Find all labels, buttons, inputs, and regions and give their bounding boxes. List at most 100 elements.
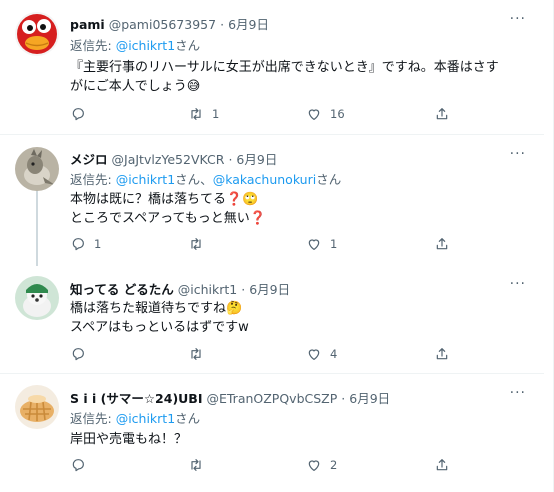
reply-icon <box>72 238 84 251</box>
reply-button[interactable] <box>70 457 94 473</box>
author-name[interactable]: メジロ <box>70 149 108 168</box>
tweet-actions: 1 1 <box>70 236 470 256</box>
author-name[interactable]: 知ってる どるたん <box>70 279 174 298</box>
share-icon <box>436 348 448 360</box>
like-count: 2 <box>330 458 338 472</box>
tweet-text: 『主要行事のリハーサルに女王が出席できないとき』ですね。本番はさす がにご本人で… <box>70 58 530 96</box>
author-handle[interactable]: @JaJtvlzYe52VKCR <box>112 152 225 167</box>
more-icon[interactable]: ··· <box>510 146 526 162</box>
author-handle[interactable]: @ETranOZPQvbCSZP <box>206 391 337 406</box>
retweet-count: 1 <box>212 107 220 121</box>
mention-link[interactable]: @ichikrt1 <box>116 38 175 53</box>
tweet-text-line: 本物は既に？橋は落ちてる❓🙄 <box>70 192 259 207</box>
mention-link[interactable]: @ichikrt1 <box>116 172 175 187</box>
avatar[interactable] <box>15 147 59 191</box>
dog-avatar-image <box>15 276 59 320</box>
tweet-text-line: 『主要行事のリハーサルに女王が出席できないとき』ですね。本番はさす <box>70 60 499 75</box>
avatar[interactable] <box>15 12 59 56</box>
like-count: 1 <box>330 237 338 251</box>
replying-to-label: 返信先: <box>70 172 116 187</box>
tweet-text-line: がにご本人でしょう😅 <box>70 79 201 94</box>
separator-dot: · <box>241 282 246 297</box>
tweet-sii[interactable]: S i i (サマー☆24)UBI @ETranOZPQvbCSZP · 6月9… <box>0 374 544 492</box>
tweet-actions: 2 <box>70 457 470 477</box>
like-count: 16 <box>330 107 345 121</box>
reply-icon <box>72 108 84 121</box>
tweet-pami[interactable]: pami @pami05673957 · 6月9日 ··· 返信先: @ichi… <box>0 0 544 134</box>
replying-to: 返信先: @ichikrt1さん、@kakachunokuriさん <box>70 169 341 188</box>
mention-link[interactable]: @kakachunokuri <box>213 172 317 187</box>
heart-icon <box>308 109 320 120</box>
avatar[interactable] <box>15 385 59 429</box>
separator-dot: · <box>341 391 346 406</box>
heart-icon <box>308 460 320 471</box>
reply-icon <box>72 459 84 472</box>
reply-button[interactable] <box>70 346 94 362</box>
share-icon <box>436 238 448 250</box>
heart-icon <box>308 349 320 360</box>
more-icon[interactable]: ··· <box>510 11 526 27</box>
reply-button[interactable]: 1 <box>70 236 101 252</box>
tweet-dorutan[interactable]: 知ってる どるたん @ichikrt1 · 6月9日 ··· 橋は落ちた報道待ち… <box>0 265 544 371</box>
like-button[interactable]: 16 <box>306 106 345 122</box>
retweet-icon <box>191 108 201 120</box>
replying-to: 返信先: @ichikrt1さん <box>70 408 200 427</box>
retweet-icon <box>191 238 201 250</box>
like-button[interactable]: 2 <box>306 457 337 473</box>
reply-icon <box>72 348 84 361</box>
tweet-text: 橋は落ちた報道待ちですね🤔 スペアはもっといるはずですw <box>70 299 530 337</box>
tweet-date[interactable]: 6月9日 <box>228 14 269 33</box>
tweet-actions: 4 <box>70 346 470 366</box>
tweet-date[interactable]: 6月9日 <box>349 388 390 407</box>
tweet-mejiro[interactable]: メジロ @JaJtvlzYe52VKCR · 6月9日 ··· 返信先: @ic… <box>0 135 544 263</box>
retweet-button[interactable] <box>188 346 212 362</box>
replying-to: 返信先: @ichikrt1さん <box>70 35 200 54</box>
replying-to-suffix: さん <box>175 38 201 53</box>
replying-to-suffix: さん <box>316 172 342 187</box>
tweet-text-line: 橋は落ちた報道待ちですね🤔 <box>70 301 243 316</box>
reply-button[interactable] <box>70 106 94 122</box>
retweet-button[interactable] <box>188 236 212 252</box>
separator-dot: · <box>228 152 233 167</box>
like-count: 4 <box>330 347 338 361</box>
reply-timeline: pami @pami05673957 · 6月9日 ··· 返信先: @ichi… <box>0 0 554 492</box>
retweet-icon <box>191 459 201 471</box>
replying-to-label: 返信先: <box>70 38 116 53</box>
retweet-button[interactable] <box>188 457 212 473</box>
tweet-text-line: ところでスペアってもっと無い❓ <box>70 211 266 226</box>
bird-avatar-image <box>15 147 59 191</box>
retweet-button[interactable]: 1 <box>188 106 219 122</box>
replying-to-joiner: さん、 <box>175 172 213 187</box>
share-icon <box>436 108 448 120</box>
bread-avatar-image <box>15 385 59 429</box>
more-icon[interactable]: ··· <box>510 385 526 401</box>
replying-to-suffix: さん <box>175 411 201 426</box>
author-handle[interactable]: @pami05673957 <box>109 17 216 32</box>
author-name[interactable]: S i i (サマー☆24)UBI <box>70 388 202 407</box>
heart-icon <box>308 239 320 250</box>
tweet-date[interactable]: 6月9日 <box>249 279 290 298</box>
share-icon <box>436 459 448 471</box>
duck-avatar-image <box>15 12 59 56</box>
tweet-text: 本物は既に？橋は落ちてる❓🙄 ところでスペアってもっと無い❓ <box>70 190 530 228</box>
author-handle[interactable]: @ichikrt1 <box>178 282 237 297</box>
author-name[interactable]: pami <box>70 17 105 32</box>
tweet-text: 岸田や売電もね！？ <box>70 430 530 449</box>
like-button[interactable]: 4 <box>306 346 337 362</box>
avatar[interactable] <box>15 276 59 320</box>
replying-to-label: 返信先: <box>70 411 116 426</box>
share-button[interactable] <box>434 457 450 473</box>
share-button[interactable] <box>434 346 450 362</box>
tweet-actions: 1 16 <box>70 106 470 126</box>
more-icon[interactable]: ··· <box>510 276 526 292</box>
like-button[interactable]: 1 <box>306 236 337 252</box>
tweet-text-line: 岸田や売電もね！？ <box>70 432 188 447</box>
mention-link[interactable]: @ichikrt1 <box>116 411 175 426</box>
separator-dot: · <box>220 17 225 32</box>
retweet-icon <box>191 348 201 360</box>
tweet-date[interactable]: 6月9日 <box>236 149 277 168</box>
share-button[interactable] <box>434 106 450 122</box>
tweet-text-line: スペアはもっといるはずですw <box>70 320 249 335</box>
share-button[interactable] <box>434 236 450 252</box>
reply-count: 1 <box>94 237 102 251</box>
